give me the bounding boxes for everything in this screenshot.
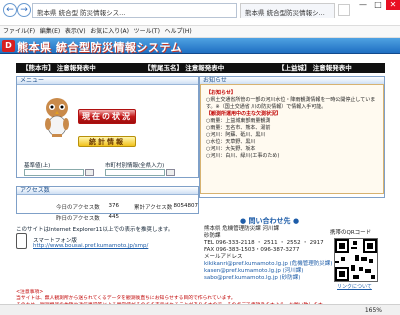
contact-email[interactable]: kikikanri@pref.kumamoto.lg.jp (危機管理防災課)	[204, 261, 332, 268]
contact-fax: FAX 096-383-1503・096-387-3277	[204, 247, 300, 253]
link-about-link[interactable]: リンクについて	[337, 283, 372, 290]
browser-statusbar: 165%	[0, 304, 400, 315]
menu-file[interactable]: ファイル(F)	[3, 28, 35, 35]
zoom-level[interactable]: 165%	[365, 307, 382, 314]
news-item: ○河川：大矢野、坂本	[206, 146, 256, 152]
contact-line: 熊本県 危機管理防災課 河川課	[204, 226, 279, 232]
municipality-select[interactable]	[105, 169, 165, 176]
smartphone-icon	[16, 233, 27, 249]
contact-email[interactable]: kasen@pref.kumamoto.lg.jp (河川課)	[204, 268, 332, 275]
total-access-value: 8054807	[173, 203, 199, 209]
smartphone-link[interactable]: http://www.bousai.pref.kumamoto.jp/smp/	[33, 243, 148, 249]
new-tab-button[interactable]	[338, 4, 350, 16]
alert-araotamana[interactable]: 【荒尾玉名】 注意報発表中	[144, 63, 224, 73]
standard-value-go-button[interactable]	[85, 169, 94, 176]
menu-help[interactable]: ヘルプ(H)	[165, 28, 192, 35]
site-title: 熊本県 統合型防災情報システム	[17, 41, 182, 54]
news-item: ○水位：天草野、黒川	[206, 139, 256, 145]
alert-kamimashiki[interactable]: 【上益城】 注意報発表中	[278, 63, 352, 73]
yesterday-access-value: 445	[108, 214, 120, 220]
menu-panel-title: メニュー	[17, 77, 198, 85]
menu-tools[interactable]: ツール(T)	[134, 28, 160, 35]
today-access-label: 今日のアクセス数	[56, 205, 100, 211]
maximize-button[interactable]: □	[371, 0, 385, 10]
contact-info: 熊本県 危機管理防災課 河川課 砂防課 TEL 096-333-2118 ・ 2…	[204, 226, 332, 282]
news-body: 【お知らせ】 ○県土交通省所管の一部の河川水位・降雨観測情報を一時公開停止してい…	[206, 90, 381, 160]
back-arrow-icon[interactable]: ←	[3, 3, 17, 17]
news-notice-box: 【お知らせ】 ○県土交通省所管の一部の河川水位・降雨観測情報を一時公開停止してい…	[200, 84, 384, 194]
contact-line: メールアドレス	[204, 254, 243, 260]
news-item: ○河川：白川、緑川(工事のため)	[206, 153, 280, 159]
forward-arrow-icon[interactable]: →	[17, 3, 31, 17]
contact-tel: TEL 096-333-2118 ・ 2511 ・ 2552 ・ 2917	[204, 240, 324, 246]
contact-email[interactable]: sabo@pref.kumamoto.lg.jp (砂防課)	[204, 275, 332, 282]
news-item: ○雨量：玉名市、熊本、湯前	[206, 125, 271, 131]
kumamon-mascot-image	[45, 98, 69, 137]
address-bar[interactable]: 熊本県 統合型 防災情報シス...	[32, 3, 237, 18]
news-text: ○県土交通省所管の一部の河川水位・降雨観測情報を一時公開停止しています。※（国土…	[206, 97, 376, 110]
browser-menubar: ファイル(F) 編集(E) 表示(V) お気に入り(A) ツール(T) ヘルプ(…	[0, 26, 400, 38]
menu-view[interactable]: 表示(V)	[65, 28, 86, 35]
statistics-button[interactable]: 統計情報	[78, 136, 136, 147]
yesterday-access-label: 昨日のアクセス数	[56, 216, 100, 222]
menu-edit[interactable]: 編集(E)	[40, 28, 60, 35]
browser-recommend-note: このサイトはInternet Explorer11以上での表示を推奨します。	[16, 227, 174, 233]
standard-value-label: 基準値(上)	[24, 163, 51, 169]
standard-value-select[interactable]	[24, 169, 84, 176]
site-header: 熊本県 統合型防災情報システム	[0, 38, 400, 54]
municipality-go-button[interactable]	[166, 169, 175, 176]
qr-code-image	[334, 238, 378, 282]
qr-title: 携帯のQRコード	[330, 230, 372, 236]
alert-kumamoto[interactable]: 【熊本市】 注意報発表中	[22, 63, 96, 73]
municipality-label: 市町村別情報(全県入力)	[105, 163, 165, 169]
contact-title: ● 問い合わせ先 ●	[240, 217, 300, 225]
news-subheading: 【観測所運用中の主な欠測状況】	[206, 111, 282, 117]
contact-line: 砂防課	[204, 233, 221, 239]
news-heading: 【お知らせ】	[206, 90, 236, 96]
news-item: ○河川：阿蘇、砥川、黒川	[206, 132, 266, 138]
alert-bar: 【熊本市】 注意報発表中 【荒尾玉名】 注意報発表中 【上益城】 注意報発表中	[16, 63, 385, 73]
news-item: ○雨量：上益城東部雨量観測	[206, 118, 271, 124]
current-status-button[interactable]: 現在の状況	[78, 109, 136, 124]
close-button[interactable]: ✕	[386, 0, 400, 10]
today-access-value: 376	[108, 203, 120, 209]
browser-titlebar: ← → 熊本県 統合型 防災情報シス... 熊本県 統合型防災情報シ... — …	[0, 0, 400, 26]
site-logo: D	[2, 40, 15, 52]
menu-favorites[interactable]: お気に入り(A)	[90, 28, 129, 35]
minimize-button[interactable]: —	[356, 0, 370, 10]
access-panel-title: アクセス数	[17, 187, 198, 195]
browser-tab[interactable]: 熊本県 統合型防災情報シ...	[240, 3, 335, 18]
